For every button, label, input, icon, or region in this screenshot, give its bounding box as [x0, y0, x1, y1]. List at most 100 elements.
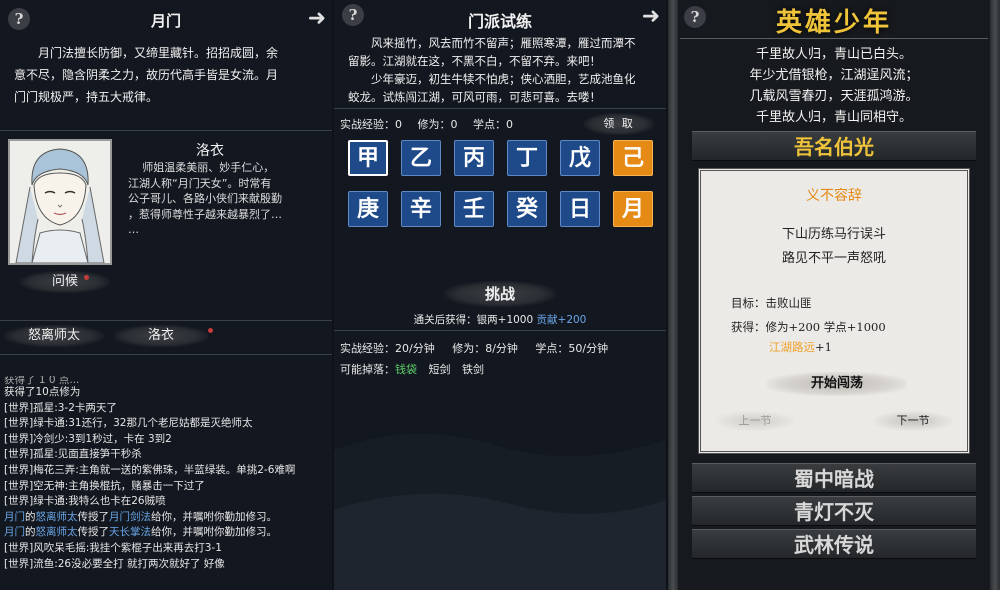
divider: [334, 108, 666, 109]
trial-stage-tile[interactable]: 辛: [401, 191, 441, 227]
character-portrait[interactable]: [8, 139, 112, 265]
character-description: 师姐温柔美丽、妙手仁心， 江湖人称“月门天女”。时常有 公子哥儿、各路小侠们来献…: [128, 160, 328, 238]
trial-stage-tile[interactable]: 丙: [454, 140, 494, 176]
sect-link[interactable]: 月门: [4, 526, 25, 538]
target-label: 目标：: [731, 296, 766, 310]
gain-label: 获得：: [731, 320, 766, 334]
chat-user[interactable]: 空无神: [33, 480, 65, 492]
points-rate: 50/分钟: [568, 342, 609, 355]
reward-silver: 银两+1000: [476, 314, 534, 326]
chat-line: [世界]空无神:主角换棍抗，赌暴击一下过了: [4, 479, 330, 495]
text: 的: [25, 510, 36, 523]
extra-item[interactable]: 江湖路远: [769, 340, 815, 354]
next-section-button[interactable]: 下一节: [873, 411, 953, 431]
misty-background-art: [334, 433, 666, 590]
skill-link[interactable]: 天长掌法: [109, 526, 151, 538]
member-master-nuli[interactable]: 怒离师太: [4, 325, 104, 347]
chat-user[interactable]: 风吹呆毛摇: [33, 542, 86, 554]
chat-user[interactable]: 梅花三弄: [33, 464, 75, 476]
drop-item[interactable]: 钱袋: [395, 363, 417, 376]
possible-drops: 可能掉落：钱袋 短剑 铁剑: [340, 361, 484, 377]
quest-extra: 江湖路远+1: [731, 337, 886, 357]
chat-user[interactable]: 孤星: [33, 448, 54, 460]
chat-user[interactable]: 孤星: [33, 402, 54, 414]
intro-line: 留影。江湖就在这，不黑不白，不留不弃。来吧！: [348, 54, 601, 68]
poem-line: 千里故人归，青山已白头。: [755, 47, 912, 62]
cultivation-label: 修为：: [452, 342, 486, 355]
trial-stage-tile[interactable]: 庚: [348, 191, 388, 227]
chapter-bar[interactable]: 蜀中暗战: [692, 463, 976, 493]
chat-message: :我特么也卡在26贼喷: [64, 495, 166, 508]
chat-user[interactable]: 冷剑少: [33, 433, 65, 445]
chat-channel: [世界]: [4, 479, 34, 492]
points-label: 学点：: [473, 118, 506, 131]
exp-value: 0: [395, 118, 402, 131]
exp-label: 实战经验：: [340, 118, 395, 131]
sect-link[interactable]: 月门: [4, 511, 25, 523]
quest-target: 目标：击败山匪: [731, 293, 886, 313]
chat-line: [世界]风吹呆毛摇:我挂个紫棍子出来再去打3-1: [4, 541, 330, 557]
arrow-right-icon[interactable]: ➜: [642, 6, 660, 28]
trial-stage-tile[interactable]: 日: [560, 191, 600, 227]
chapter-bar[interactable]: 青灯不灭: [692, 496, 976, 526]
chat-line: [世界]流鱼:26没必要全打 就打两次就好了 好像: [4, 557, 330, 573]
chat-message: :26没必要全打 就打两次就好了 好像: [54, 557, 225, 570]
trial-stage-tile[interactable]: 癸: [507, 191, 547, 227]
chat-user[interactable]: 绿卡通: [33, 417, 65, 429]
prev-section-button[interactable]: 上一节: [715, 411, 795, 431]
member-luoyi[interactable]: 洛衣: [114, 325, 208, 347]
desc-line: 公子哥儿、各路小侠们来献殷勤: [128, 192, 282, 205]
exp-rate: 20/分钟: [395, 342, 435, 355]
trial-stage-tile[interactable]: 己: [613, 140, 653, 176]
trial-stage-tile[interactable]: 壬: [454, 191, 494, 227]
trial-stage-tile[interactable]: 月: [613, 191, 653, 227]
chat-line: [世界]孤星:见面直接笋干秒杀: [4, 447, 330, 463]
divider: [680, 38, 988, 39]
chat-user[interactable]: 绿卡通: [33, 495, 65, 507]
trial-stage-tile[interactable]: 乙: [401, 140, 441, 176]
chat-line: [世界]冷剑少:3到1秒过，卡在 3到2: [4, 432, 330, 448]
master-link[interactable]: 怒离师太: [36, 511, 78, 523]
story-panel: ? 英雄少年 千里故人归，青山已白头。 年少尤借银枪，江湖逞风流； 几载风雪春刃…: [668, 0, 1000, 590]
start-button[interactable]: 开始闯荡: [767, 372, 907, 396]
intro-line: 风来摇竹，风去而竹不留声；雁照寒潭，雁过而潭不: [371, 36, 636, 50]
greet-button[interactable]: 问候: [20, 271, 110, 293]
desc-line: 师姐温柔美丽、妙手仁心，: [142, 161, 275, 174]
story-title: 英雄少年: [775, 8, 892, 38]
trial-stage-tile[interactable]: 甲: [348, 140, 388, 176]
chat-user[interactable]: 流鱼: [33, 558, 54, 570]
chat-channel: [世界]: [4, 495, 34, 508]
text: 传授了: [77, 526, 110, 539]
chapter-header[interactable]: 吾名伯光: [692, 131, 976, 161]
text: 给你，并嘱咐你勤加修习。: [151, 510, 277, 523]
chat-line: 获得了10点修为: [4, 386, 81, 398]
chat-channel: [世界]: [4, 401, 34, 414]
chat-message: :3-2卡两天了: [54, 401, 117, 414]
drop-item[interactable]: 铁剑: [462, 363, 484, 376]
poem-line: 千里故人归，青山同相守。: [755, 110, 912, 125]
intro-line: 意不尽，隐含阴柔之力，故历代高手皆是女流。月: [14, 68, 279, 82]
desc-line: 江湖人称“月门天女”。时常有: [128, 176, 272, 190]
text: 的: [25, 526, 36, 539]
chat-log[interactable]: 获得了 1 0 点... 获得了10点修为 [世界]孤星:3-2卡两天了 [世界…: [4, 376, 330, 572]
chapter-bar[interactable]: 武林传说: [692, 529, 976, 559]
extra-count: +1: [815, 340, 832, 354]
reward-label: 通关后获得：: [413, 314, 477, 326]
claim-button[interactable]: 领 取: [584, 113, 654, 135]
challenge-button[interactable]: 挑战: [444, 281, 556, 307]
notification-dot: [84, 275, 89, 280]
chat-channel: [世界]: [4, 417, 34, 430]
points-label: 学点：: [535, 342, 569, 355]
skill-link[interactable]: 月门剑法: [109, 511, 151, 523]
trial-stage-tile[interactable]: 丁: [507, 140, 547, 176]
intro-line: 少年豪迈，初生牛犊不怕虎；侠心洒胆，艺成池鱼化: [371, 72, 636, 86]
master-link[interactable]: 怒离师太: [36, 526, 78, 538]
idle-rates: 实战经验：20/分钟 修为：8/分钟 学点：50/分钟: [340, 340, 608, 356]
drop-item[interactable]: 短剑: [429, 363, 451, 376]
trial-stage-tile[interactable]: 戊: [560, 140, 600, 176]
divider: [334, 330, 666, 331]
character-name: 洛衣: [196, 143, 224, 159]
arrow-right-icon[interactable]: ➜: [308, 8, 326, 30]
quest-title: 义不容辞: [806, 188, 862, 204]
target-value: 击败山匪: [765, 296, 812, 310]
